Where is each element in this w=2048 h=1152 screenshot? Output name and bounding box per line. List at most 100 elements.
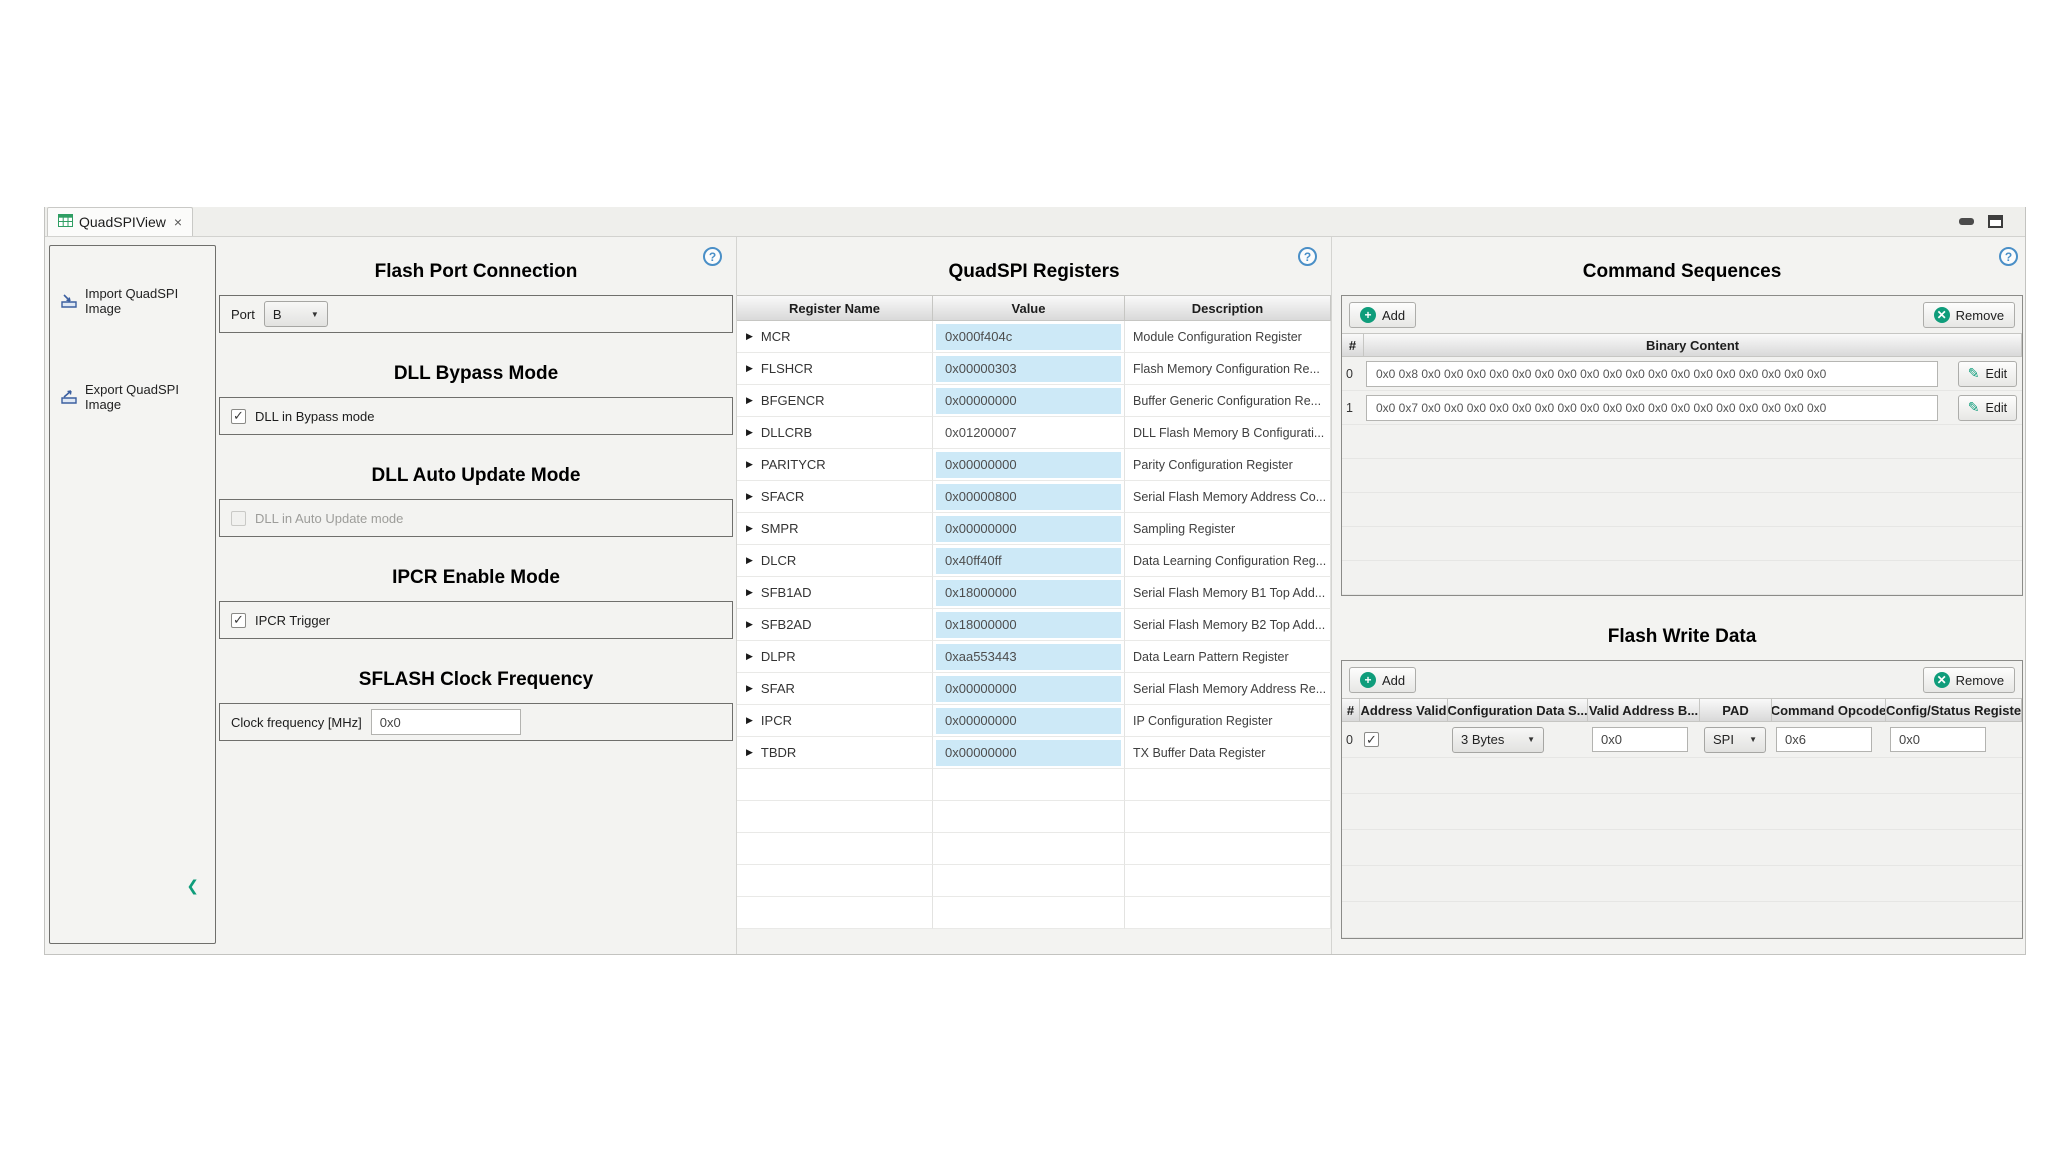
register-value[interactable]: 0x01200007 bbox=[936, 420, 1121, 446]
port-select[interactable]: B ▼ bbox=[264, 301, 328, 327]
register-name-cell[interactable]: ▶SMPR bbox=[737, 513, 933, 545]
register-row[interactable]: ▶BFGENCR0x00000000Buffer Generic Configu… bbox=[737, 385, 1331, 417]
expand-arrow-icon[interactable]: ▶ bbox=[746, 395, 753, 406]
configuration-data-size-select[interactable]: 3 Bytes ▼ bbox=[1452, 727, 1544, 753]
expand-arrow-icon[interactable]: ▶ bbox=[746, 459, 753, 470]
help-icon[interactable]: ? bbox=[1298, 247, 1317, 266]
register-value[interactable]: 0x000f404c bbox=[936, 324, 1121, 350]
config-status-register-input[interactable] bbox=[1890, 727, 1986, 752]
register-name-cell[interactable]: ▶PARITYCR bbox=[737, 449, 933, 481]
register-name-cell[interactable]: ▶BFGENCR bbox=[737, 385, 933, 417]
expand-arrow-icon[interactable]: ▶ bbox=[746, 619, 753, 630]
remove-write-data-button[interactable]: ✕ Remove bbox=[1923, 667, 2015, 693]
minimize-icon[interactable] bbox=[1959, 218, 1974, 225]
expand-arrow-icon[interactable]: ▶ bbox=[746, 683, 753, 694]
register-value-cell[interactable]: 0x00000000 bbox=[933, 385, 1125, 417]
register-value-cell[interactable]: 0x00000000 bbox=[933, 449, 1125, 481]
expand-arrow-icon[interactable]: ▶ bbox=[746, 651, 753, 662]
register-value-cell[interactable]: 0x00000000 bbox=[933, 737, 1125, 769]
register-name-cell[interactable]: ▶DLLCRB bbox=[737, 417, 933, 449]
sequence-row[interactable]: 00x0 0x8 0x0 0x0 0x0 0x0 0x0 0x0 0x0 0x0… bbox=[1342, 357, 2022, 391]
column-header-configuration-data-size[interactable]: Configuration Data S... bbox=[1448, 698, 1588, 722]
register-name-cell[interactable]: ▶FLSHCR bbox=[737, 353, 933, 385]
register-value-cell[interactable]: 0x000f404c bbox=[933, 321, 1125, 353]
register-value-cell[interactable]: 0x00000000 bbox=[933, 513, 1125, 545]
register-row[interactable]: ▶DLLCRB0x01200007DLL Flash Memory B Conf… bbox=[737, 417, 1331, 449]
register-name-cell[interactable]: ▶MCR bbox=[737, 321, 933, 353]
edit-button[interactable]: ✎Edit bbox=[1958, 395, 2017, 421]
edit-button[interactable]: ✎Edit bbox=[1958, 361, 2017, 387]
register-value-cell[interactable]: 0x18000000 bbox=[933, 609, 1125, 641]
expand-arrow-icon[interactable]: ▶ bbox=[746, 363, 753, 374]
column-header-config-status-register[interactable]: Config/Status Registe bbox=[1886, 698, 2022, 722]
register-name-cell[interactable]: ▶TBDR bbox=[737, 737, 933, 769]
register-row[interactable]: ▶SFB2AD0x18000000Serial Flash Memory B2 … bbox=[737, 609, 1331, 641]
column-header-description[interactable]: Description bbox=[1125, 295, 1331, 321]
flash-write-row[interactable]: 0 3 Bytes ▼ bbox=[1342, 722, 2022, 758]
valid-address-input[interactable] bbox=[1592, 727, 1688, 752]
column-header-binary-content[interactable]: Binary Content bbox=[1364, 333, 2022, 357]
ipcr-trigger-checkbox[interactable] bbox=[231, 613, 246, 628]
register-row[interactable]: ▶MCR0x000f404cModule Configuration Regis… bbox=[737, 321, 1331, 353]
register-value[interactable]: 0x18000000 bbox=[936, 580, 1121, 606]
register-value[interactable]: 0x00000800 bbox=[936, 484, 1121, 510]
register-value-cell[interactable]: 0x00000000 bbox=[933, 705, 1125, 737]
register-row[interactable]: ▶FLSHCR0x00000303Flash Memory Configurat… bbox=[737, 353, 1331, 385]
register-value[interactable]: 0x18000000 bbox=[936, 612, 1121, 638]
register-row[interactable]: ▶SMPR0x00000000Sampling Register bbox=[737, 513, 1331, 545]
register-row[interactable]: ▶DLPR0xaa553443Data Learn Pattern Regist… bbox=[737, 641, 1331, 673]
register-value-cell[interactable]: 0x01200007 bbox=[933, 417, 1125, 449]
expand-arrow-icon[interactable]: ▶ bbox=[746, 331, 753, 342]
register-name-cell[interactable]: ▶SFAR bbox=[737, 673, 933, 705]
address-valid-checkbox[interactable] bbox=[1364, 732, 1379, 747]
column-header-index[interactable]: # bbox=[1342, 698, 1360, 722]
dll-bypass-checkbox[interactable] bbox=[231, 409, 246, 424]
register-value-cell[interactable]: 0xaa553443 bbox=[933, 641, 1125, 673]
column-header-address-valid[interactable]: Address Valid bbox=[1360, 698, 1448, 722]
register-value-cell[interactable]: 0x00000303 bbox=[933, 353, 1125, 385]
sequence-row[interactable]: 10x0 0x7 0x0 0x0 0x0 0x0 0x0 0x0 0x0 0x0… bbox=[1342, 391, 2022, 425]
tab-quadspiview[interactable]: QuadSPIView × bbox=[47, 207, 193, 236]
binary-content-field[interactable]: 0x0 0x7 0x0 0x0 0x0 0x0 0x0 0x0 0x0 0x0 … bbox=[1366, 395, 1938, 421]
help-icon[interactable]: ? bbox=[703, 247, 722, 266]
export-quadspi-image-button[interactable]: Export QuadSPI Image bbox=[50, 378, 215, 416]
register-value[interactable]: 0x00000000 bbox=[936, 708, 1121, 734]
register-row[interactable]: ▶SFACR0x00000800Serial Flash Memory Addr… bbox=[737, 481, 1331, 513]
help-icon[interactable]: ? bbox=[1999, 247, 2018, 266]
register-name-cell[interactable]: ▶DLCR bbox=[737, 545, 933, 577]
expand-arrow-icon[interactable]: ▶ bbox=[746, 587, 753, 598]
import-quadspi-image-button[interactable]: Import QuadSPI Image bbox=[50, 282, 215, 320]
add-write-data-button[interactable]: + Add bbox=[1349, 667, 1416, 693]
remove-sequence-button[interactable]: ✕ Remove bbox=[1923, 302, 2015, 328]
sidebar-collapse-button[interactable]: ❮ bbox=[186, 877, 199, 895]
column-header-index[interactable]: # bbox=[1342, 333, 1364, 357]
pad-select[interactable]: SPI ▼ bbox=[1704, 727, 1766, 753]
register-row[interactable]: ▶SFAR0x00000000Serial Flash Memory Addre… bbox=[737, 673, 1331, 705]
maximize-icon[interactable] bbox=[1988, 215, 2003, 228]
command-opcode-input[interactable] bbox=[1776, 727, 1872, 752]
register-value[interactable]: 0x00000303 bbox=[936, 356, 1121, 382]
register-value-cell[interactable]: 0x00000000 bbox=[933, 673, 1125, 705]
register-value[interactable]: 0x00000000 bbox=[936, 516, 1121, 542]
register-value[interactable]: 0x00000000 bbox=[936, 740, 1121, 766]
add-sequence-button[interactable]: + Add bbox=[1349, 302, 1416, 328]
register-value[interactable]: 0x40ff40ff bbox=[936, 548, 1121, 574]
expand-arrow-icon[interactable]: ▶ bbox=[746, 715, 753, 726]
register-name-cell[interactable]: ▶SFB1AD bbox=[737, 577, 933, 609]
register-value-cell[interactable]: 0x18000000 bbox=[933, 577, 1125, 609]
expand-arrow-icon[interactable]: ▶ bbox=[746, 491, 753, 502]
register-value-cell[interactable]: 0x00000800 bbox=[933, 481, 1125, 513]
expand-arrow-icon[interactable]: ▶ bbox=[746, 523, 753, 534]
tab-close-icon[interactable]: × bbox=[174, 214, 182, 230]
register-row[interactable]: ▶IPCR0x00000000IP Configuration Register bbox=[737, 705, 1331, 737]
register-row[interactable]: ▶TBDR0x00000000TX Buffer Data Register bbox=[737, 737, 1331, 769]
register-row[interactable]: ▶DLCR0x40ff40ffData Learning Configurati… bbox=[737, 545, 1331, 577]
column-header-command-opcode[interactable]: Command Opcode bbox=[1772, 698, 1886, 722]
clock-frequency-input[interactable] bbox=[371, 709, 521, 735]
register-value-cell[interactable]: 0x40ff40ff bbox=[933, 545, 1125, 577]
register-name-cell[interactable]: ▶DLPR bbox=[737, 641, 933, 673]
binary-content-field[interactable]: 0x0 0x8 0x0 0x0 0x0 0x0 0x0 0x0 0x0 0x0 … bbox=[1366, 361, 1938, 387]
register-name-cell[interactable]: ▶SFB2AD bbox=[737, 609, 933, 641]
register-row[interactable]: ▶SFB1AD0x18000000Serial Flash Memory B1 … bbox=[737, 577, 1331, 609]
expand-arrow-icon[interactable]: ▶ bbox=[746, 555, 753, 566]
